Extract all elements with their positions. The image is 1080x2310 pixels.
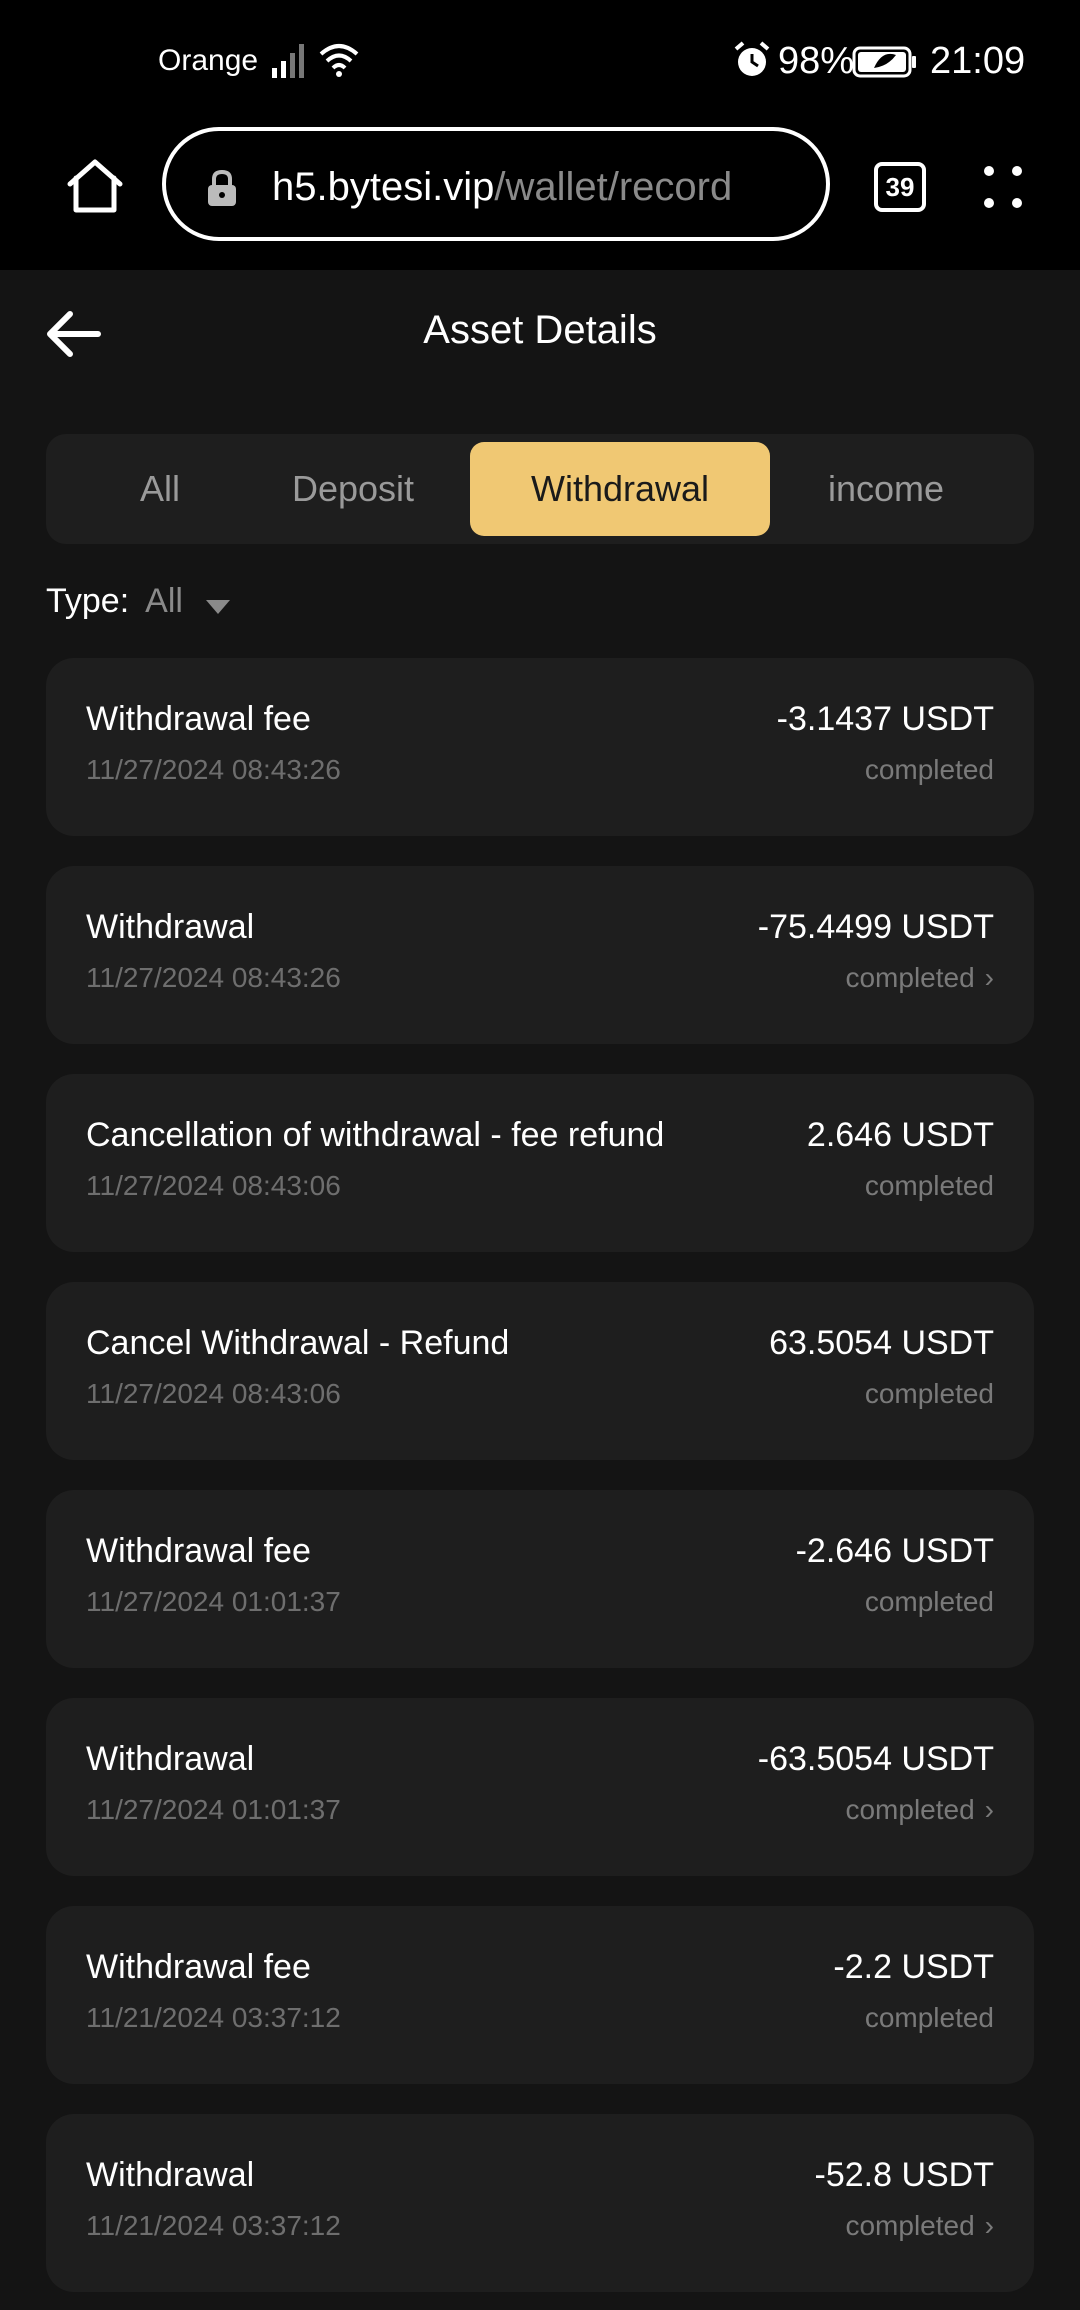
record-title: Cancel Withdrawal - Refund <box>86 1324 510 1362</box>
record-card[interactable]: Cancel Withdrawal - Refund 11/27/2024 08… <box>46 1282 1034 1460</box>
browser-toolbar: h5.bytesi.vip/wallet/record 39 <box>0 126 1080 270</box>
record-amount: -3.1437 USDT <box>776 700 994 738</box>
record-status: completed <box>864 1586 994 1617</box>
url-text: h5.bytesi.vip/wallet/record <box>272 165 732 210</box>
record-title: Withdrawal fee <box>86 1948 311 1986</box>
type-filter[interactable]: Type: All <box>46 582 230 621</box>
record-card[interactable]: Withdrawal fee 11/27/2024 01:01:37 -2.64… <box>46 1490 1034 1668</box>
record-card[interactable]: Cancellation of withdrawal - fee refund … <box>46 1074 1034 1252</box>
status-bar: Orange 98% 21:09 <box>0 0 1080 126</box>
record-amount: -2.2 USDT <box>833 1948 994 1986</box>
page-title: Asset Details <box>423 308 657 352</box>
tab-income[interactable]: income <box>776 442 996 536</box>
url-host: h5.bytesi.vip <box>272 165 495 209</box>
wifi-icon <box>319 44 359 77</box>
record-title: Withdrawal <box>86 2156 255 2194</box>
record-date: 11/27/2024 01:01:37 <box>86 1586 341 1617</box>
page-header: Asset Details <box>0 270 1080 400</box>
tab-all[interactable]: All <box>80 442 240 536</box>
record-card[interactable]: Withdrawal 11/27/2024 08:43:26 -75.4499 … <box>46 866 1034 1044</box>
battery-percent: 98% <box>778 40 855 82</box>
chevron-right-icon: › <box>984 1794 994 1825</box>
record-card[interactable]: Withdrawal 11/21/2024 03:37:12 -52.8 USD… <box>46 2114 1034 2292</box>
chevron-right-icon: › <box>984 2210 994 2241</box>
record-amount: 63.5054 USDT <box>769 1324 994 1362</box>
record-date: 11/27/2024 08:43:06 <box>86 1170 341 1201</box>
record-amount: -63.5054 USDT <box>757 1740 994 1778</box>
record-card[interactable]: Withdrawal 11/27/2024 01:01:37 -63.5054 … <box>46 1698 1034 1876</box>
tab-withdrawal[interactable]: Withdrawal <box>470 442 770 536</box>
more-menu-icon[interactable] <box>980 162 1026 212</box>
record-date: 11/27/2024 01:01:37 <box>86 1794 341 1825</box>
carrier-label: Orange <box>158 44 259 77</box>
record-status: completed <box>845 2210 975 2241</box>
record-status: completed <box>864 1170 994 1201</box>
record-status-with-detail: completed › <box>845 2210 994 2242</box>
chevron-right-icon: › <box>984 962 994 993</box>
record-amount: -2.646 USDT <box>795 1532 994 1570</box>
type-filter-label: Type: <box>46 582 130 620</box>
record-status: completed <box>864 754 994 785</box>
record-amount: -75.4499 USDT <box>757 908 994 946</box>
record-status: completed <box>864 1378 994 1409</box>
url-path: /wallet/record <box>494 165 733 209</box>
record-title: Withdrawal fee <box>86 700 311 738</box>
record-title: Cancellation of withdrawal - fee refund <box>86 1116 665 1154</box>
record-type-tabs: All Deposit Withdrawal income <box>46 434 1034 544</box>
address-bar[interactable]: h5.bytesi.vip/wallet/record <box>162 127 830 241</box>
record-date: 11/21/2024 03:37:12 <box>86 2002 341 2033</box>
battery-icon <box>852 46 916 78</box>
record-status-with-detail: completed › <box>845 1794 994 1826</box>
record-title: Withdrawal <box>86 1740 255 1778</box>
record-card[interactable]: Withdrawal fee 11/27/2024 08:43:26 -3.14… <box>46 658 1034 836</box>
record-status: completed <box>845 962 975 993</box>
type-filter-value: All <box>145 582 183 620</box>
record-status-with-detail: completed › <box>845 962 994 994</box>
record-date: 11/27/2024 08:43:06 <box>86 1378 341 1409</box>
tab-deposit[interactable]: Deposit <box>242 442 464 536</box>
record-amount: -52.8 USDT <box>814 2156 995 2194</box>
home-icon[interactable] <box>64 156 126 218</box>
alarm-icon <box>734 41 770 76</box>
clock: 21:09 <box>930 40 1026 82</box>
tab-switcher-button[interactable]: 39 <box>874 162 926 212</box>
record-title: Withdrawal <box>86 908 255 946</box>
signal-icon <box>272 44 304 78</box>
dropdown-caret-icon <box>206 600 230 614</box>
record-date: 11/21/2024 03:37:12 <box>86 2210 341 2241</box>
record-amount: 2.646 USDT <box>806 1116 994 1154</box>
record-title: Withdrawal fee <box>86 1532 311 1570</box>
record-status: completed <box>864 2002 994 2033</box>
record-date: 11/27/2024 08:43:26 <box>86 962 341 993</box>
record-card[interactable]: Withdrawal fee 11/21/2024 03:37:12 -2.2 … <box>46 1906 1034 2084</box>
lock-icon <box>208 169 236 206</box>
record-status: completed <box>845 1794 975 1825</box>
record-date: 11/27/2024 08:43:26 <box>86 754 341 785</box>
